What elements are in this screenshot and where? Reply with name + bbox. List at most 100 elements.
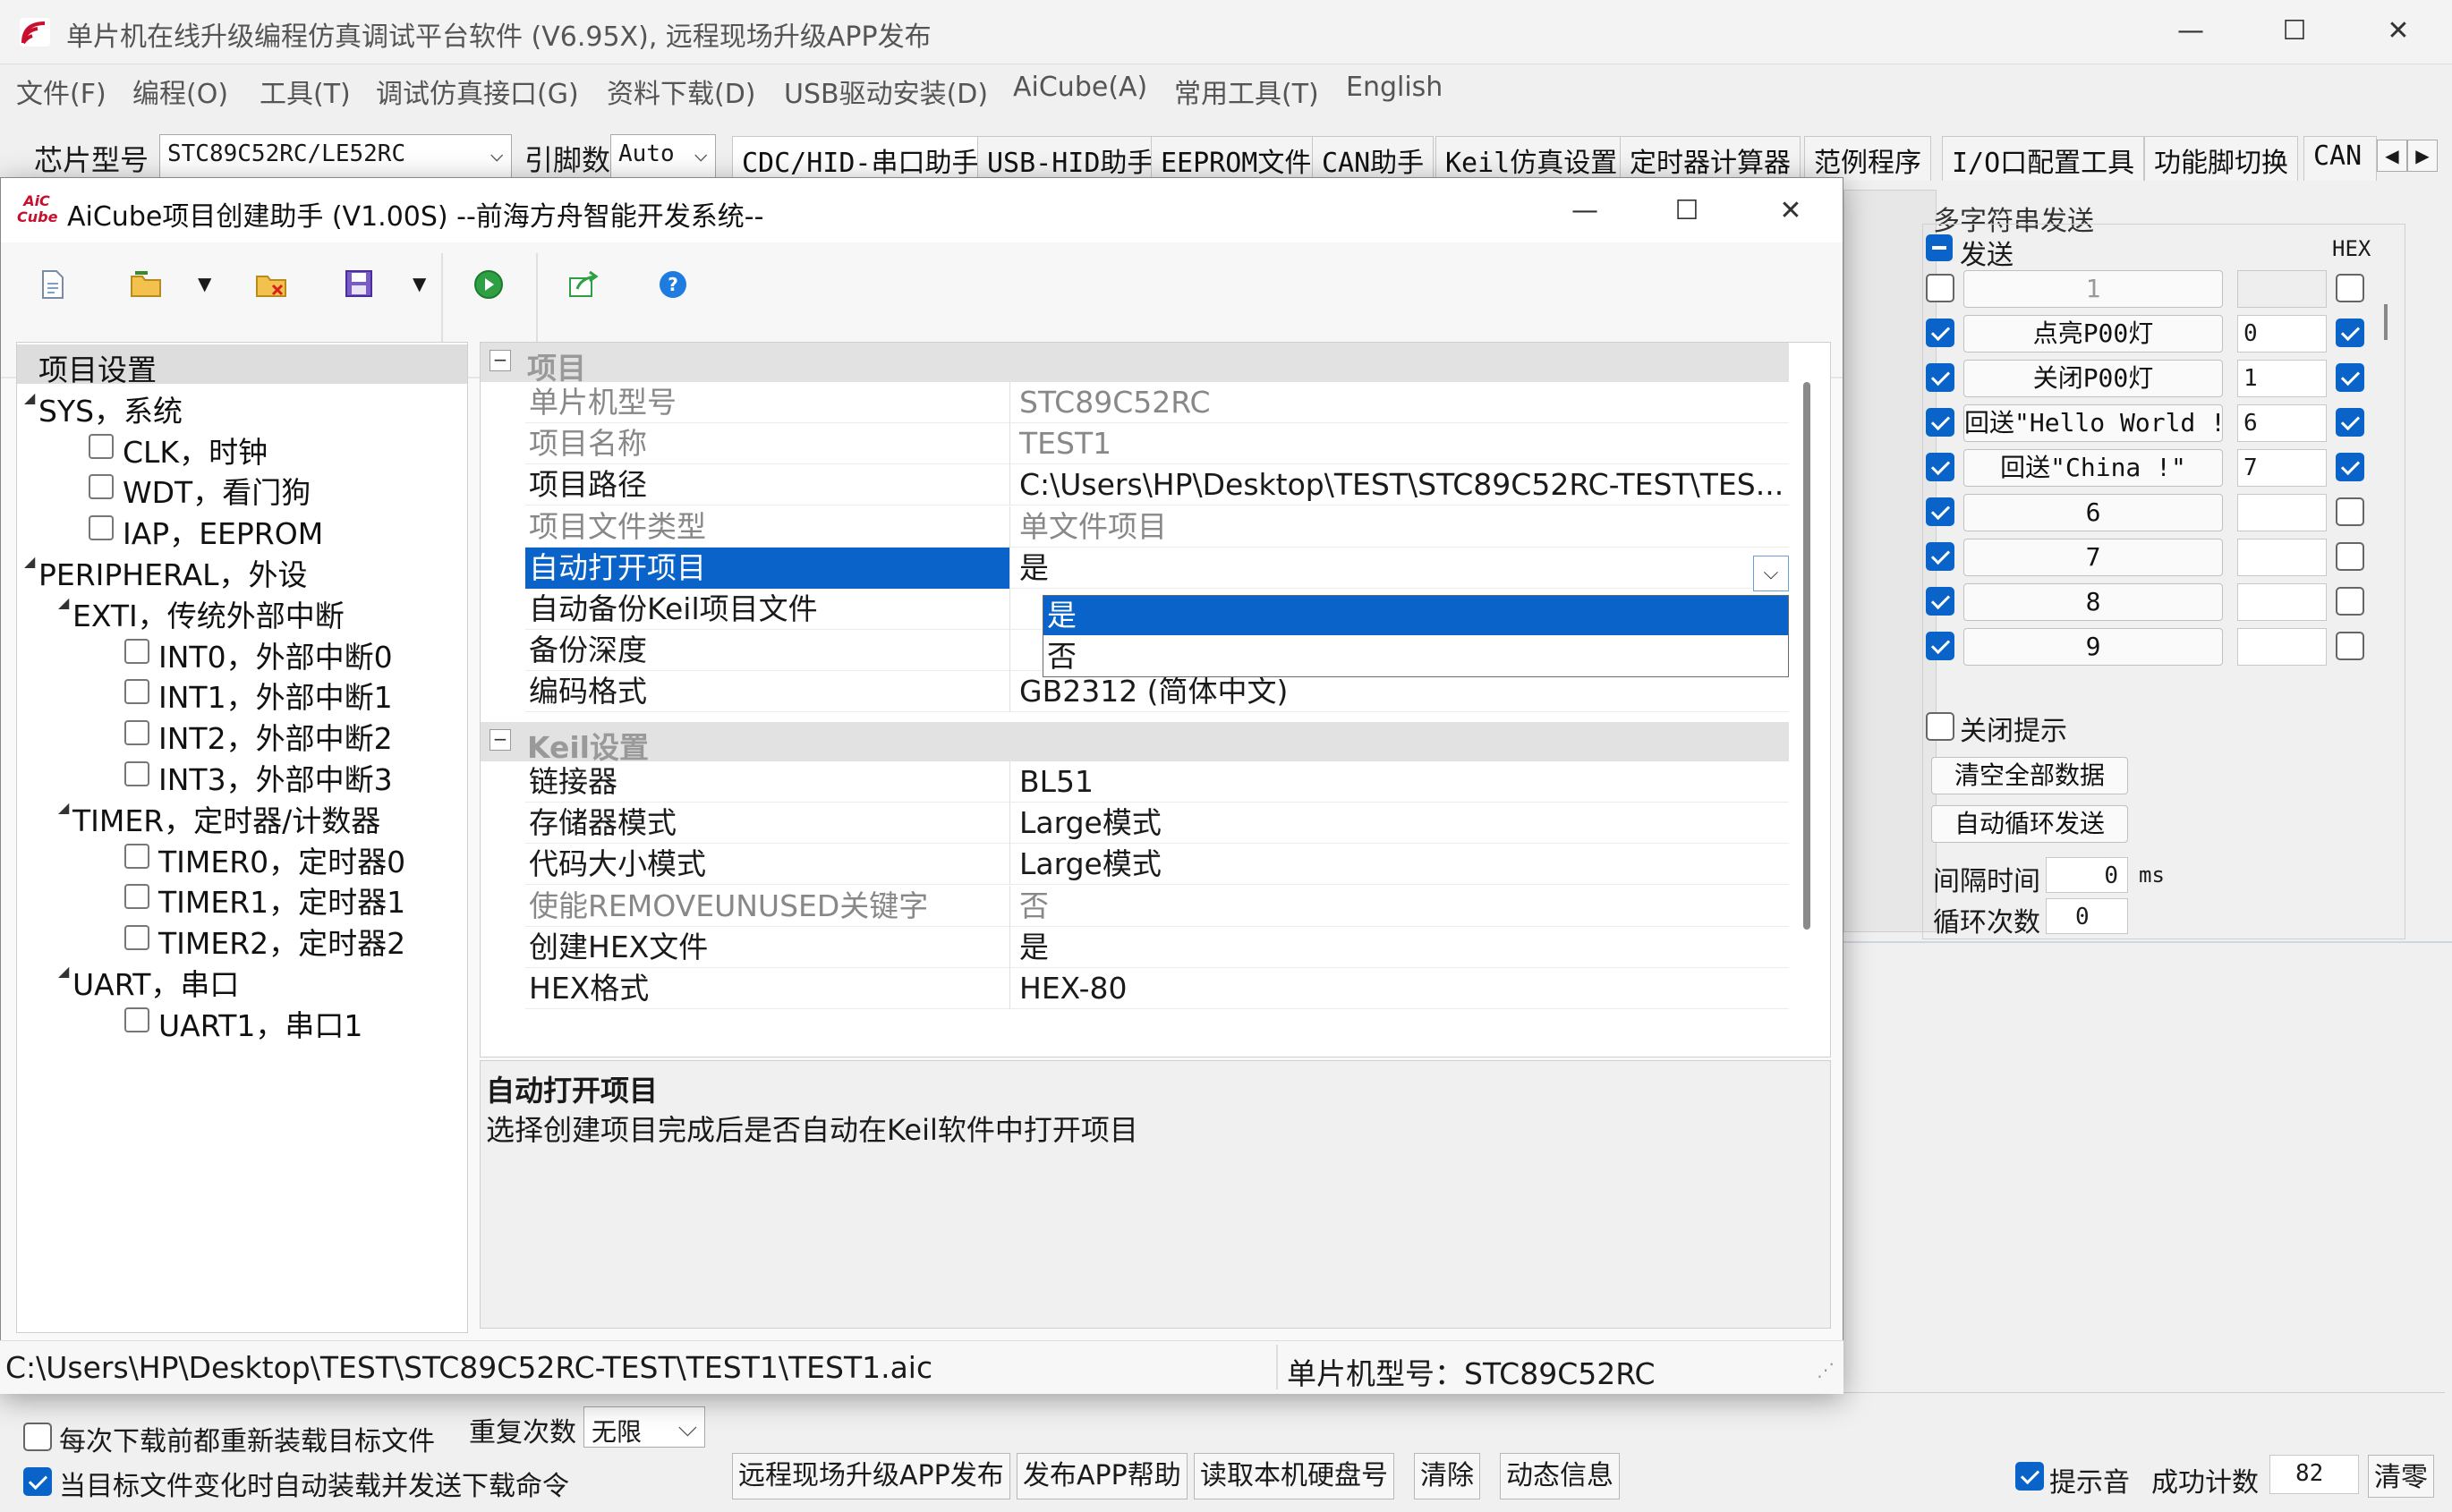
- help-icon[interactable]: ?: [658, 269, 688, 300]
- read-disk-id-button[interactable]: 读取本机硬盘号: [1194, 1453, 1394, 1499]
- property-row[interactable]: HEX格式 HEX-80: [525, 968, 1789, 1009]
- send-row-hex-checkbox[interactable]: [2336, 542, 2364, 571]
- property-value[interactable]: STC89C52RC: [1014, 382, 1789, 423]
- open-folder-icon[interactable]: [130, 269, 162, 298]
- property-row[interactable]: 存储器模式 Large模式: [525, 803, 1789, 845]
- send-row-input[interactable]: [2237, 628, 2327, 666]
- auto-loop-button[interactable]: 自动循环发送: [1931, 805, 2128, 843]
- collapse-send-checkbox[interactable]: [1926, 234, 1953, 261]
- send-row-button[interactable]: 关闭P00灯: [1963, 360, 2223, 397]
- tree-item-checkbox[interactable]: [89, 433, 114, 459]
- send-row-button[interactable]: 7: [1963, 539, 2223, 576]
- maximize-button[interactable]: ☐: [2268, 9, 2321, 54]
- retry-count-select[interactable]: 无限 ⌵: [583, 1406, 705, 1448]
- tree-item-checkbox[interactable]: [124, 925, 149, 951]
- property-row[interactable]: 项目文件类型 单文件项目: [525, 505, 1789, 548]
- property-row[interactable]: 自动打开项目是: [525, 547, 1789, 589]
- dropdown-option-yes[interactable]: 是: [1043, 596, 1788, 635]
- property-row[interactable]: 项目名称 TEST1: [525, 423, 1789, 465]
- send-row-input[interactable]: 7: [2237, 449, 2327, 487]
- value-dropdown-list[interactable]: 是 否: [1043, 595, 1789, 677]
- send-row-button[interactable]: 8: [1963, 583, 2223, 621]
- category-project[interactable]: − 项目: [481, 343, 1789, 386]
- tree-item-checkbox[interactable]: [124, 679, 149, 705]
- send-row-hex-checkbox[interactable]: [2336, 274, 2364, 302]
- property-value[interactable]: TEST1: [1014, 423, 1789, 464]
- property-row[interactable]: 编码格式 GB2312 (简体中文): [525, 671, 1789, 713]
- tree-expand-icon[interactable]: ◢: [24, 553, 35, 570]
- property-row[interactable]: 代码大小模式 Large模式: [525, 844, 1789, 886]
- send-row-checkbox[interactable]: [1926, 319, 1954, 347]
- property-row[interactable]: 项目路径 C:\Users\HP\Desktop\TEST\STC89C52RC-…: [525, 464, 1789, 506]
- menu-debug[interactable]: 调试仿真接口(G): [376, 72, 579, 111]
- tab-eeprom[interactable]: EEPROM文件: [1151, 136, 1322, 181]
- dynamic-info-button[interactable]: 动态信息: [1500, 1453, 1620, 1499]
- settings-tree[interactable]: 项目设置 ◢ SYS，系统 CLK，时钟 WDT，看门狗 IAP，EEPROM ◢ PERIP…: [16, 342, 468, 1333]
- category-keil[interactable]: − Keil设置: [481, 722, 1789, 765]
- sound-checkbox[interactable]: [2015, 1462, 2044, 1491]
- property-row[interactable]: 链接器 BL51: [525, 761, 1789, 803]
- send-row-hex-checkbox[interactable]: [2336, 453, 2364, 481]
- tab-can-2[interactable]: CAN: [2303, 136, 2377, 181]
- send-row-button[interactable]: 回送"China !": [1963, 449, 2223, 487]
- tree-item-label[interactable]: PERIPHERAL，外设: [38, 551, 308, 594]
- tab-io-config[interactable]: I/O口配置工具: [1942, 136, 2145, 181]
- send-row-button[interactable]: 回送"Hello World !": [1963, 404, 2223, 442]
- send-row-checkbox[interactable]: [1926, 408, 1954, 437]
- tree-expand-icon[interactable]: ◢: [58, 594, 69, 611]
- menu-file[interactable]: 文件(F): [16, 72, 106, 111]
- tree-item-checkbox[interactable]: [89, 474, 114, 500]
- tab-pin-switch[interactable]: 功能脚切换: [2144, 136, 2298, 181]
- tab-can[interactable]: CAN助手: [1312, 136, 1435, 181]
- tab-scroll-left-button[interactable]: ◀: [2377, 140, 2407, 172]
- tab-examples[interactable]: 范例程序: [1804, 136, 1931, 181]
- send-row-button[interactable]: 点亮P00灯: [1963, 315, 2223, 353]
- tree-item-label[interactable]: INT1，外部中断1: [158, 674, 393, 717]
- clear-all-button[interactable]: 清空全部数据: [1931, 757, 2128, 794]
- property-value[interactable]: Large模式: [1014, 803, 1789, 844]
- tree-item-label[interactable]: TIMER0，定时器0: [158, 838, 405, 881]
- send-row-checkbox[interactable]: [1926, 363, 1954, 392]
- send-row-hex-checkbox[interactable]: [2336, 363, 2364, 392]
- dialog-close-button[interactable]: ✕: [1764, 189, 1818, 234]
- clear-button[interactable]: 清除: [1414, 1453, 1480, 1499]
- send-row-checkbox[interactable]: [1926, 542, 1954, 571]
- send-row-input[interactable]: 1: [2237, 360, 2327, 397]
- tree-item-checkbox[interactable]: [124, 843, 149, 869]
- chevron-down-icon[interactable]: ⌵: [1753, 556, 1789, 591]
- send-row-input[interactable]: [2237, 539, 2327, 576]
- tree-item-checkbox[interactable]: [124, 638, 149, 664]
- send-row-button[interactable]: 9: [1963, 628, 2223, 666]
- tab-scroll-right-button[interactable]: ▶: [2407, 140, 2438, 172]
- auto-send-checkbox[interactable]: [23, 1467, 52, 1496]
- menu-aicube[interactable]: AiCube(A): [1013, 72, 1147, 103]
- send-row-checkbox[interactable]: [1926, 274, 1954, 302]
- send-row-checkbox[interactable]: [1926, 587, 1954, 616]
- delete-folder-icon[interactable]: [255, 269, 287, 298]
- clear-zero-button[interactable]: 清零: [2368, 1455, 2434, 1498]
- send-row-hex-checkbox[interactable]: [2336, 632, 2364, 660]
- property-value[interactable]: 单文件项目: [1014, 506, 1789, 548]
- property-value[interactable]: 是: [1014, 548, 1789, 589]
- menu-tools[interactable]: 工具(T): [260, 72, 351, 111]
- tree-item-label[interactable]: INT3，外部中断3: [158, 756, 393, 799]
- resize-grip-icon[interactable]: ⋰: [1817, 1359, 1835, 1380]
- send-row-hex-checkbox[interactable]: [2336, 497, 2364, 526]
- tab-cdc-hid[interactable]: CDC/HID-串口助手: [732, 136, 989, 181]
- property-value[interactable]: C:\Users\HP\Desktop\TEST\STC89C52RC-TEST…: [1014, 464, 1789, 505]
- collapse-icon[interactable]: −: [490, 350, 511, 371]
- send-row-hex-checkbox[interactable]: [2336, 587, 2364, 616]
- property-grid[interactable]: − 项目 单片机型号 STC89C52RC 项目名称 TEST1 项目路径 C:\User…: [480, 342, 1831, 1058]
- send-row-button[interactable]: 1: [1963, 270, 2223, 308]
- send-row-button[interactable]: 6: [1963, 494, 2223, 531]
- open-dropdown-chevron-icon[interactable]: ▼: [198, 273, 211, 294]
- reload-checkbox[interactable]: [23, 1423, 52, 1451]
- tree-expand-icon[interactable]: ◢: [24, 389, 35, 406]
- send-row-input[interactable]: 0: [2237, 315, 2327, 353]
- tree-item-label[interactable]: TIMER1，定时器1: [158, 879, 405, 922]
- tree-item-label[interactable]: IAP，EEPROM: [123, 510, 323, 553]
- property-value[interactable]: Large模式: [1014, 844, 1789, 885]
- property-row[interactable]: 单片机型号 STC89C52RC: [525, 382, 1789, 423]
- pin-count-select[interactable]: Auto ⌵: [610, 134, 716, 179]
- property-value[interactable]: HEX-80: [1014, 968, 1789, 1009]
